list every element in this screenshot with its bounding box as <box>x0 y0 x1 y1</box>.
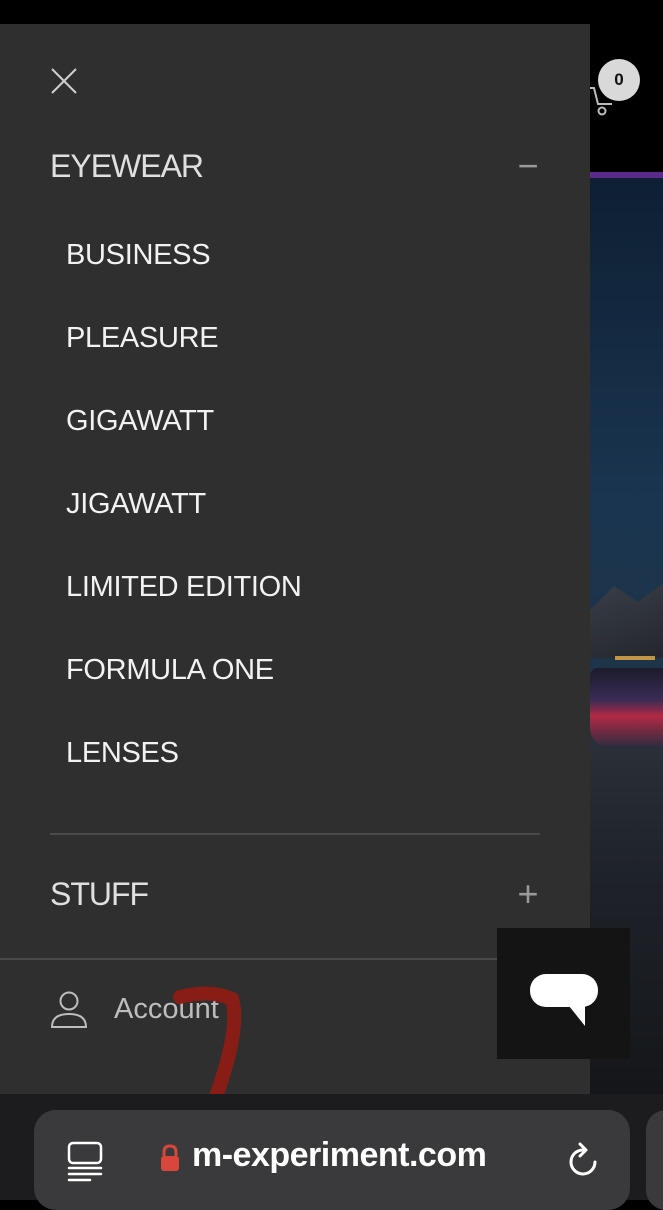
section-title: STUFF <box>50 875 149 912</box>
next-tab-pill[interactable] <box>646 1110 663 1210</box>
menu-item-pleasure[interactable]: PLEASURE <box>66 322 219 355</box>
menu-item-business[interactable]: BUSINESS <box>66 239 211 272</box>
section-title: EYEWEAR <box>50 147 204 184</box>
tabs-icon[interactable] <box>66 1140 104 1182</box>
browser-toolbar: m-experiment.com <box>0 1094 663 1210</box>
person-icon <box>50 991 88 1028</box>
menu-item-gigawatt[interactable]: GIGAWATT <box>66 405 214 438</box>
hero-mountain <box>590 578 663 658</box>
hero-car <box>590 668 663 748</box>
collapse-icon[interactable]: − <box>516 145 540 187</box>
menu-item-lenses[interactable]: LENSES <box>66 737 179 770</box>
cart-count-badge[interactable]: 0 <box>598 59 640 101</box>
section-eyewear[interactable]: EYEWEAR − <box>50 141 540 191</box>
divider <box>50 833 540 835</box>
menu-item-limited-edition[interactable]: LIMITED EDITION <box>66 571 302 604</box>
chat-icon <box>530 974 598 1026</box>
url-text[interactable]: m-experiment.com <box>192 1136 487 1175</box>
menu-item-formula-one[interactable]: FORMULA ONE <box>66 654 274 687</box>
hero-lights <box>615 656 655 660</box>
lock-icon <box>161 1144 179 1171</box>
expand-icon[interactable]: + <box>516 873 540 915</box>
reload-icon[interactable] <box>566 1140 602 1180</box>
chat-button[interactable] <box>497 928 630 1059</box>
address-bar[interactable]: m-experiment.com <box>34 1110 630 1210</box>
close-icon[interactable] <box>48 65 80 97</box>
menu-item-jigawatt[interactable]: JIGAWATT <box>66 488 206 521</box>
section-stuff[interactable]: STUFF + <box>50 869 540 919</box>
